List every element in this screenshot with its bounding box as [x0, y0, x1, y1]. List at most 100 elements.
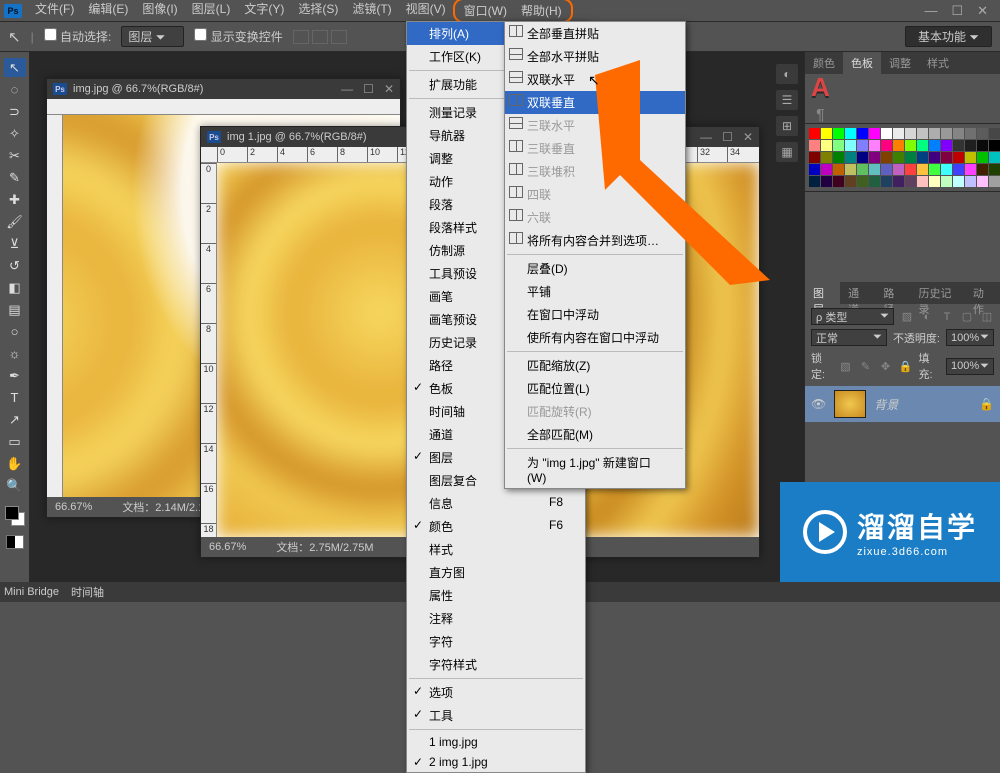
filter-pixel-icon[interactable]: ▧	[900, 310, 914, 324]
swatch[interactable]	[929, 164, 940, 175]
menu-图层[interactable]: 图层(L)	[185, 0, 238, 23]
blend-mode-dropdown[interactable]: 正常⏷	[811, 329, 887, 346]
collapsed-panel-2[interactable]: ☰	[776, 90, 798, 110]
workspace-switcher[interactable]: 基本功能 ⏷	[905, 26, 992, 47]
healing-brush-tool[interactable]: ✚	[4, 190, 26, 209]
menu-视图[interactable]: 视图(V)	[399, 0, 453, 23]
swatch[interactable]	[929, 128, 940, 139]
lock-position-icon[interactable]: ✥	[879, 359, 893, 373]
menu-item--m-[interactable]: 全部匹配(M)	[505, 423, 685, 446]
opacity-input[interactable]: 100%⏷	[946, 329, 994, 346]
swatch[interactable]	[845, 128, 856, 139]
visibility-icon[interactable]: 👁	[811, 397, 826, 411]
swatch[interactable]	[881, 140, 892, 151]
doc2-min[interactable]: —	[700, 130, 712, 144]
swatch[interactable]	[965, 176, 976, 187]
swatch[interactable]	[833, 140, 844, 151]
filter-smart-icon[interactable]: ◫	[980, 310, 994, 324]
doc1-titlebar[interactable]: Ps img.jpg @ 66.7%(RGB/8#) —☐✕	[47, 79, 400, 99]
swatch[interactable]	[821, 140, 832, 151]
background-layer-row[interactable]: 👁 背景 🔒	[805, 386, 1000, 422]
tab-调整[interactable]: 调整	[881, 52, 919, 74]
fill-input[interactable]: 100%⏷	[946, 358, 994, 375]
menu-item--[interactable]: ✓选项	[407, 681, 585, 704]
swatch[interactable]	[953, 128, 964, 139]
menu-item--[interactable]: 样式	[407, 538, 585, 561]
auto-select-checkbox[interactable]: 自动选择:	[44, 28, 112, 45]
swatch[interactable]	[893, 176, 904, 187]
swatch[interactable]	[977, 140, 988, 151]
layer-filter-dropdown[interactable]: ρ 类型⏷	[811, 308, 894, 325]
color-swatches[interactable]	[5, 506, 25, 526]
swatch[interactable]	[953, 164, 964, 175]
menu-图像[interactable]: 图像(I)	[135, 0, 184, 23]
doc2-max[interactable]: ☐	[722, 130, 733, 144]
swatch[interactable]	[953, 140, 964, 151]
swatch[interactable]	[821, 152, 832, 163]
swatch[interactable]	[941, 176, 952, 187]
menu-编辑[interactable]: 编辑(E)	[81, 0, 135, 23]
menu-窗口[interactable]: 窗口(W)	[457, 0, 514, 21]
swatch[interactable]	[857, 176, 868, 187]
tab-图层[interactable]: 图层	[805, 282, 840, 304]
swatch[interactable]	[857, 140, 868, 151]
dodge-tool[interactable]: ☼	[4, 344, 26, 363]
doc1-max[interactable]: ☐	[363, 82, 374, 96]
swatch[interactable]	[857, 128, 868, 139]
swatch[interactable]	[941, 164, 952, 175]
gradient-tool[interactable]: ▤	[4, 300, 26, 319]
menu-item--[interactable]: 在窗口中浮动	[505, 303, 685, 326]
menu-item--[interactable]: 平铺	[505, 280, 685, 303]
collapsed-panel-3[interactable]: ⊞	[776, 116, 798, 136]
swatch[interactable]	[857, 164, 868, 175]
path-select-tool[interactable]: ↗	[4, 410, 26, 429]
marquee-tool[interactable]: ◌	[4, 80, 26, 99]
swatch[interactable]	[977, 128, 988, 139]
pen-tool[interactable]: ✒	[4, 366, 26, 385]
swatch[interactable]	[953, 152, 964, 163]
swatch[interactable]	[881, 152, 892, 163]
swatch[interactable]	[905, 140, 916, 151]
swatch[interactable]	[881, 164, 892, 175]
swatch[interactable]	[929, 176, 940, 187]
menu-item--[interactable]: 全部水平拼贴	[505, 45, 685, 68]
zoom-tool[interactable]: 🔍	[4, 476, 26, 495]
auto-select-dropdown[interactable]: 图层 ⏷	[121, 26, 184, 47]
swatch[interactable]	[809, 164, 820, 175]
mini-bridge-tab[interactable]: Mini Bridge	[4, 586, 59, 598]
menu-item-1-img-jpg[interactable]: 1 img.jpg	[407, 732, 585, 752]
swatch[interactable]	[833, 128, 844, 139]
maximize-button[interactable]: ☐	[951, 3, 963, 19]
timeline-tab[interactable]: 时间轴	[71, 584, 104, 600]
menu-item--[interactable]: 将所有内容合并到选项…	[505, 229, 685, 252]
swatch[interactable]	[869, 176, 880, 187]
brush-tool[interactable]: 🖌	[4, 212, 26, 231]
quick-mask-toggle[interactable]	[6, 535, 24, 549]
swatch[interactable]	[881, 128, 892, 139]
swatch[interactable]	[809, 128, 820, 139]
swatch[interactable]	[917, 152, 928, 163]
swatch[interactable]	[989, 152, 1000, 163]
menu-item--[interactable]: 使所有内容在窗口中浮动	[505, 326, 685, 349]
tab-色板[interactable]: 色板	[843, 52, 881, 74]
swatch[interactable]	[893, 164, 904, 175]
lock-all-icon[interactable]: 🔒	[899, 359, 913, 373]
swatch[interactable]	[809, 140, 820, 151]
swatch[interactable]	[929, 152, 940, 163]
swatch[interactable]	[869, 128, 880, 139]
close-button[interactable]: ✕	[977, 3, 988, 19]
menu-item-2-img-1-jpg[interactable]: ✓2 img 1.jpg	[407, 752, 585, 772]
swatch[interactable]	[893, 152, 904, 163]
menu-item--d-[interactable]: 层叠(D)	[505, 257, 685, 280]
swatch[interactable]	[905, 164, 916, 175]
tab-样式[interactable]: 样式	[919, 52, 957, 74]
tab-历史记录[interactable]: 历史记录	[911, 282, 965, 304]
swatch[interactable]	[965, 164, 976, 175]
swatch[interactable]	[941, 140, 952, 151]
swatch[interactable]	[977, 152, 988, 163]
shape-tool[interactable]: ▭	[4, 432, 26, 451]
swatch[interactable]	[881, 176, 892, 187]
menu-item--[interactable]: 直方图	[407, 561, 585, 584]
swatch[interactable]	[845, 152, 856, 163]
menu-item--[interactable]: 字符	[407, 630, 585, 653]
